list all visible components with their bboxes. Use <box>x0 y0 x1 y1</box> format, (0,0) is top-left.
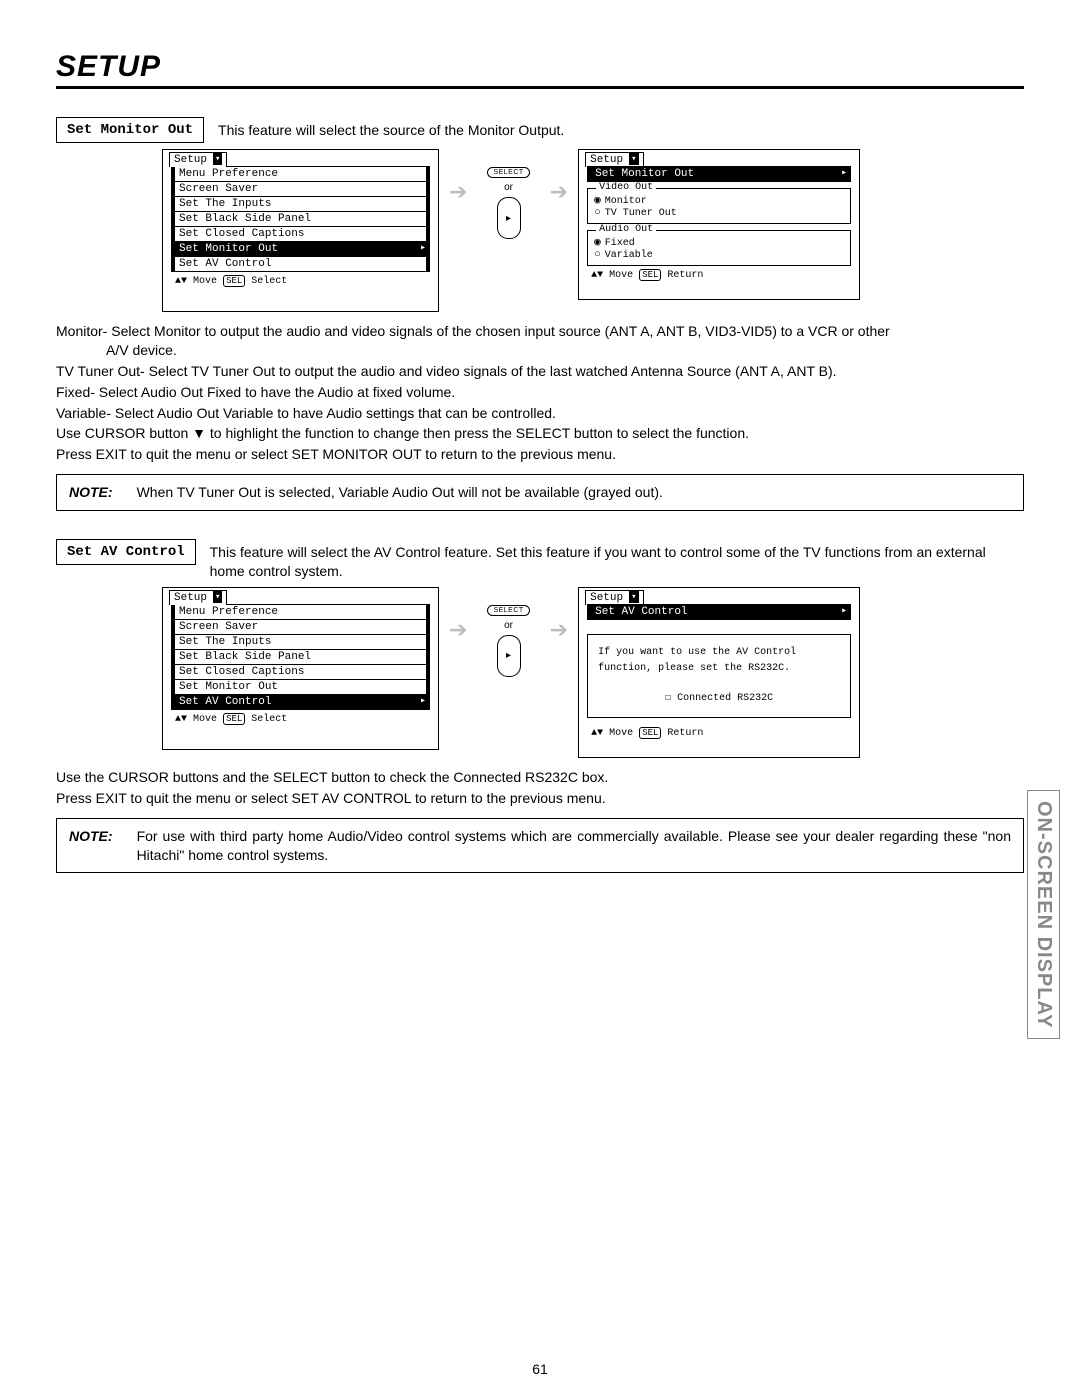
nav-arrows: ➔ <box>439 587 477 643</box>
submenu-heading: Set AV Control <box>587 604 851 620</box>
section-side-tab: ON-SCREEN DISPLAY <box>1027 790 1060 1039</box>
menu-item: Set Black Side Panel <box>171 649 430 665</box>
note-content: When TV Tuner Out is selected, Variable … <box>137 483 1011 502</box>
menu-item: Screen Saver <box>171 181 430 197</box>
label-set-monitor-out: Set Monitor Out <box>56 117 204 143</box>
av-control-message: If you want to use the AV Control functi… <box>587 634 851 718</box>
radio-selected-icon: ◉ <box>594 195 601 207</box>
note-label: NOTE <box>69 827 113 846</box>
nav-arrows: ➔ <box>540 587 578 643</box>
paragraph: Fixed- Select Audio Out Fixed to have th… <box>56 383 1024 402</box>
video-out-group: Video Out ◉Monitor ○TV Tuner Out <box>587 188 851 224</box>
arrow-right-icon: ➔ <box>550 179 568 205</box>
select-button-icon: SELECT <box>487 605 529 616</box>
menu-item: Menu Preference <box>171 604 430 620</box>
paragraph: Press EXIT to quit the menu or select SE… <box>56 445 1024 464</box>
arrow-right-icon: ➔ <box>449 179 467 205</box>
paragraph: Use the CURSOR buttons and the SELECT bu… <box>56 768 1024 787</box>
menu-item: Screen Saver <box>171 619 430 635</box>
osd-tab-setup: Setup▾ <box>585 590 643 605</box>
osd-set-av-control: Setup▾ Set AV Control If you want to use… <box>578 587 860 758</box>
select-button-icon: SELECT <box>487 167 529 178</box>
paragraph: Monitor- Select Monitor to output the au… <box>56 322 1024 360</box>
note-box: NOTE When TV Tuner Out is selected, Vari… <box>56 474 1024 511</box>
osd-hint: ▲▼ Move SEL Select <box>175 276 430 287</box>
note-label: NOTE <box>69 483 113 502</box>
nav-arrows: ➔ <box>540 149 578 205</box>
checkbox-icon: ☐ <box>665 693 671 704</box>
osd-setup-menu: Setup▾ Menu Preference Screen Saver Set … <box>162 149 439 312</box>
osd-tab-setup: Setup▾ <box>585 152 643 167</box>
paragraph: TV Tuner Out- Select TV Tuner Out to out… <box>56 362 1024 381</box>
menu-item: Set Closed Captions <box>171 226 430 242</box>
cursor-pad-icon: ▸ <box>497 197 521 239</box>
osd-hint: ▲▼ Move SEL Return <box>591 270 851 281</box>
menu-item: Set Black Side Panel <box>171 211 430 227</box>
set-av-control-desc: This feature will select the AV Control … <box>210 539 1024 581</box>
osd-tab-setup: Setup▾ <box>169 152 227 167</box>
cursor-pad-icon: ▸ <box>497 635 521 677</box>
audio-out-group: Audio Out ◉Fixed ○Variable <box>587 230 851 266</box>
page-title: Setup <box>56 50 1024 89</box>
menu-item: Set The Inputs <box>171 634 430 650</box>
menu-item: Set The Inputs <box>171 196 430 212</box>
menu-item: Set Closed Captions <box>171 664 430 680</box>
osd-hint: ▲▼ Move SEL Select <box>175 714 430 725</box>
submenu-heading: Set Monitor Out <box>587 166 851 182</box>
osd-setup-menu: Setup▾ Menu Preference Screen Saver Set … <box>162 587 439 750</box>
paragraph: Use CURSOR button ▼ to highlight the fun… <box>56 424 1024 443</box>
osd-set-monitor-out: Setup▾ Set Monitor Out Video Out ◉Monito… <box>578 149 860 300</box>
label-set-av-control: Set AV Control <box>56 539 196 565</box>
paragraph: Variable- Select Audio Out Variable to h… <box>56 404 1024 423</box>
radio-icon: ○ <box>594 207 601 219</box>
radio-icon: ○ <box>594 249 601 261</box>
set-monitor-out-desc: This feature will select the source of t… <box>218 117 564 140</box>
menu-item-highlighted: Set Monitor Out <box>171 241 430 257</box>
arrow-right-icon: ➔ <box>449 617 467 643</box>
menu-item-highlighted: Set AV Control <box>171 694 430 710</box>
note-content: For use with third party home Audio/Vide… <box>137 827 1011 865</box>
paragraph: Press EXIT to quit the menu or select SE… <box>56 789 1024 808</box>
menu-item: Set Monitor Out <box>171 679 430 695</box>
radio-selected-icon: ◉ <box>594 237 601 249</box>
arrow-right-icon: ➔ <box>550 617 568 643</box>
menu-item: Set AV Control <box>171 256 430 272</box>
note-box: NOTE For use with third party home Audio… <box>56 818 1024 874</box>
osd-hint: ▲▼ Move SEL Return <box>591 728 851 739</box>
osd-tab-setup: Setup▾ <box>169 590 227 605</box>
page-number: 61 <box>0 1361 1080 1377</box>
menu-item: Menu Preference <box>171 166 430 182</box>
nav-arrows: ➔ <box>439 149 477 205</box>
